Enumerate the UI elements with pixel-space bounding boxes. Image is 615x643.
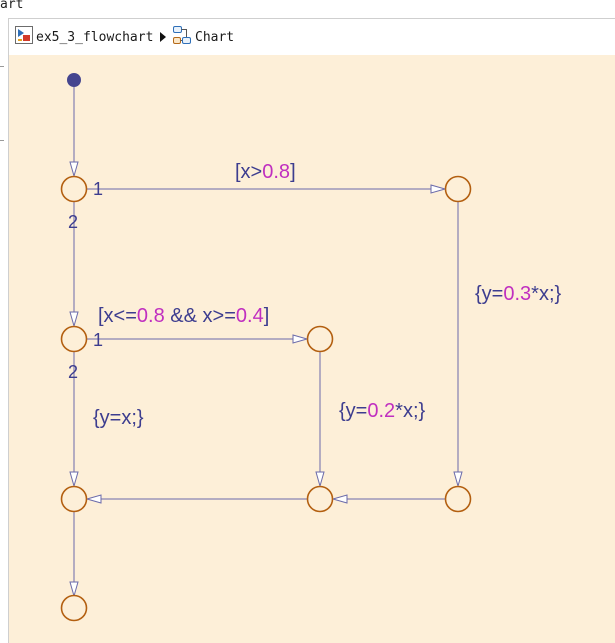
execution-order-number: 2 xyxy=(68,212,79,232)
label-text: [x> xyxy=(235,161,263,183)
stateflow-chart-icon xyxy=(172,25,192,49)
label-number: 0.8 xyxy=(262,161,291,183)
transition-label-y-0.2x[interactable]: {y=0.2*x;} xyxy=(339,401,425,421)
default-transition-dot[interactable] xyxy=(67,73,81,87)
breadcrumb-chart-label: Chart xyxy=(195,29,235,45)
gutter-tick xyxy=(0,140,4,141)
window-tab-label[interactable]: art xyxy=(0,0,23,12)
breadcrumb-item-model[interactable]: ex5_3_flowchart xyxy=(15,19,153,55)
label-text: ] xyxy=(263,305,270,327)
transition-label-y-0.3x[interactable]: {y=0.3*x;} xyxy=(475,284,561,304)
label-number: 0.3 xyxy=(503,283,532,305)
breadcrumb-model-label: ex5_3_flowchart xyxy=(36,29,154,45)
transition-label-x-range[interactable]: [x<=0.8 && x>=0.4] xyxy=(98,306,269,326)
breadcrumb-item-chart[interactable]: Chart xyxy=(172,19,234,55)
breadcrumb: ex5_3_flowchart Chart xyxy=(8,18,615,55)
execution-order-number: 1 xyxy=(93,179,104,199)
label-text: *x;} xyxy=(395,400,426,422)
label-text: {y= xyxy=(475,283,504,305)
label-number: 0.4 xyxy=(235,305,264,327)
junction[interactable] xyxy=(306,325,334,353)
junction[interactable] xyxy=(60,485,88,513)
label-text: {y= xyxy=(339,400,368,422)
label-text: && x>= xyxy=(164,305,236,327)
left-gutter xyxy=(0,18,8,643)
junction[interactable] xyxy=(60,325,88,353)
label-text: [x<= xyxy=(98,305,137,327)
label-text: ] xyxy=(290,161,296,183)
gutter-tick xyxy=(0,66,4,67)
window-tab-strip: art xyxy=(0,0,615,18)
simulink-model-icon xyxy=(15,26,33,48)
execution-order-number: 2 xyxy=(68,362,79,382)
junction[interactable] xyxy=(444,485,472,513)
chart-canvas[interactable]: [x>0.8] 1 2 {y=0.3*x;} [x<=0.8 && x>=0.4… xyxy=(8,55,615,643)
terminal-junction[interactable] xyxy=(60,594,88,622)
stateflow-editor-window: art ex5_3_flowchart Chart [x>0.8] 1 2 {y… xyxy=(0,0,615,643)
junction[interactable] xyxy=(306,485,334,513)
junction[interactable] xyxy=(60,175,88,203)
transition-label-x-gt-0.8[interactable]: [x>0.8] xyxy=(235,162,296,182)
junction[interactable] xyxy=(444,175,472,203)
label-number: 0.2 xyxy=(367,400,396,422)
label-text: *x;} xyxy=(531,283,562,305)
transition-label-y-x[interactable]: {y=x;} xyxy=(93,408,144,428)
execution-order-number: 1 xyxy=(93,330,104,350)
label-number: 0.8 xyxy=(136,305,165,327)
default-transition[interactable] xyxy=(67,73,81,176)
breadcrumb-separator-icon xyxy=(159,19,167,55)
